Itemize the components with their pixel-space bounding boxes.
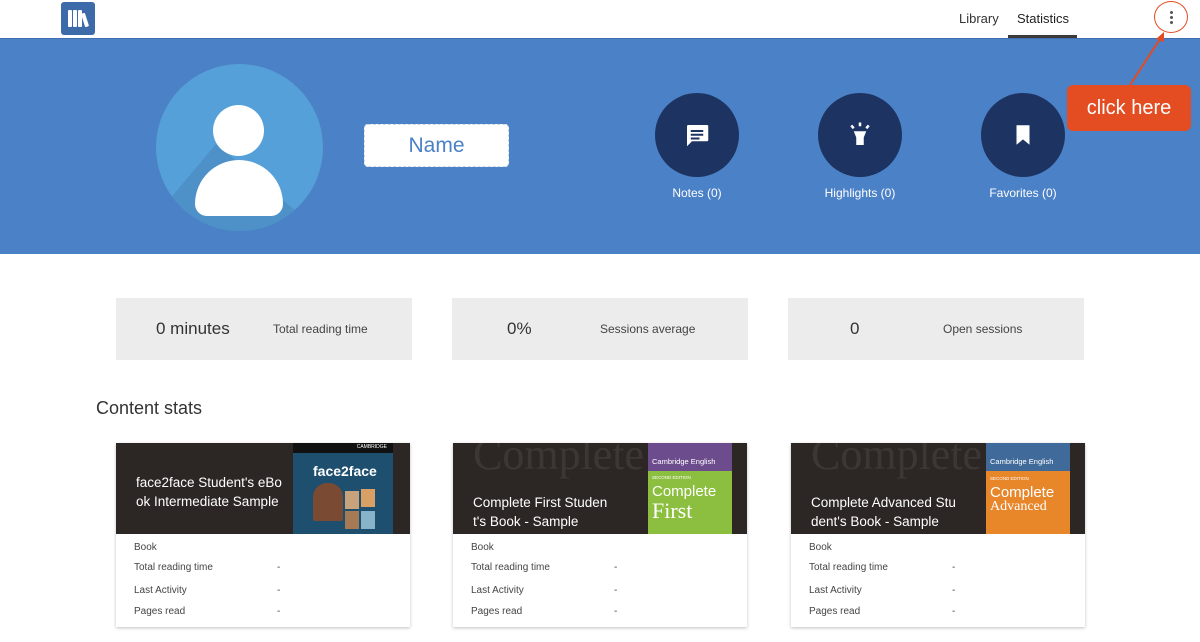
pages-read-label: Pages read bbox=[134, 606, 186, 617]
summary-value: 0 minutes bbox=[156, 319, 230, 338]
book-hero[interactable]: face2face Student's eBook Intermediate S… bbox=[116, 443, 410, 534]
last-activity-label: Last Activity bbox=[134, 585, 187, 596]
book-hero[interactable]: Complete Complete Advanced Student's Boo… bbox=[791, 443, 1085, 534]
favorites-button[interactable] bbox=[981, 93, 1065, 177]
favorites-label: Favorites (0) bbox=[989, 186, 1057, 200]
notes-label: Notes (0) bbox=[672, 186, 722, 200]
summary-value: 0 bbox=[850, 319, 860, 338]
click-here-callout: click here bbox=[1067, 85, 1191, 131]
user-avatar-icon bbox=[156, 64, 323, 231]
note-icon bbox=[687, 125, 709, 147]
profile-banner: Name Notes (0) Highlights (0) Favorites … bbox=[0, 39, 1200, 254]
book-type: Book bbox=[134, 542, 157, 553]
last-activity-label: Last Activity bbox=[471, 585, 524, 596]
last-activity-value: - bbox=[277, 585, 281, 596]
book-cover-image: CAMBRIDGE face2face bbox=[293, 443, 393, 534]
book-title[interactable]: Complete Advanced Student's Book - Sampl… bbox=[811, 493, 961, 531]
book-title[interactable]: face2face Student's eBook Intermediate S… bbox=[136, 473, 286, 511]
last-activity-value: - bbox=[952, 585, 956, 596]
pages-read-value: - bbox=[614, 606, 618, 617]
book-card[interactable]: Complete Complete Advanced Student's Boo… bbox=[791, 443, 1085, 627]
book-hero[interactable]: Complete Complete First Student's Book -… bbox=[453, 443, 747, 534]
reading-time-value: - bbox=[952, 562, 956, 573]
book-cover-image: Cambridge English SECOND EDITION Complet… bbox=[986, 443, 1070, 534]
hero-background-text: Complete bbox=[811, 443, 983, 479]
summary-card-open-sessions: 0 Open sessions bbox=[788, 298, 1084, 360]
reading-time-value: - bbox=[277, 562, 281, 573]
callout-arrow bbox=[1129, 32, 1164, 86]
book-card[interactable]: Complete Complete First Student's Book -… bbox=[453, 443, 747, 627]
summary-value: 0% bbox=[507, 319, 532, 338]
content-stats-title: Content stats bbox=[96, 398, 203, 418]
top-bar: Library Statistics bbox=[0, 0, 1200, 39]
nav-statistics-link[interactable]: Statistics bbox=[1017, 11, 1069, 26]
reading-time-label: Total reading time bbox=[809, 562, 888, 573]
notes-button[interactable] bbox=[655, 93, 739, 177]
pages-read-label: Pages read bbox=[809, 606, 861, 617]
summary-card-reading-time: 0 minutes Total reading time bbox=[116, 298, 412, 360]
book-card[interactable]: face2face Student's eBook Intermediate S… bbox=[116, 443, 410, 627]
more-vertical-icon[interactable] bbox=[1161, 6, 1181, 28]
reading-time-label: Total reading time bbox=[471, 562, 550, 573]
hero-background-text: Complete bbox=[473, 443, 645, 479]
summary-label: Open sessions bbox=[943, 322, 1023, 336]
pages-read-label: Pages read bbox=[471, 606, 523, 617]
active-tab-indicator bbox=[1008, 35, 1077, 38]
book-cover-image: Cambridge English SECOND EDITION Complet… bbox=[648, 443, 732, 534]
bookmark-icon bbox=[1016, 125, 1030, 145]
summary-label: Total reading time bbox=[273, 322, 368, 336]
library-logo-icon[interactable] bbox=[61, 2, 95, 35]
highlights-label: Highlights (0) bbox=[824, 186, 896, 200]
highlights-button[interactable] bbox=[818, 93, 902, 177]
summary-card-sessions-average: 0% Sessions average bbox=[452, 298, 748, 360]
summary-label: Sessions average bbox=[600, 322, 696, 336]
pages-read-value: - bbox=[277, 606, 281, 617]
nav-library-link[interactable]: Library bbox=[959, 11, 999, 26]
reading-time-label: Total reading time bbox=[134, 562, 213, 573]
last-activity-label: Last Activity bbox=[809, 585, 862, 596]
profile-name: Name bbox=[364, 124, 509, 167]
last-activity-value: - bbox=[614, 585, 618, 596]
book-type: Book bbox=[471, 542, 494, 553]
book-title[interactable]: Complete First Student's Book - Sample bbox=[473, 493, 618, 531]
highlighter-icon bbox=[850, 122, 870, 145]
reading-time-value: - bbox=[614, 562, 618, 573]
book-type: Book bbox=[809, 542, 832, 553]
pages-read-value: - bbox=[952, 606, 956, 617]
